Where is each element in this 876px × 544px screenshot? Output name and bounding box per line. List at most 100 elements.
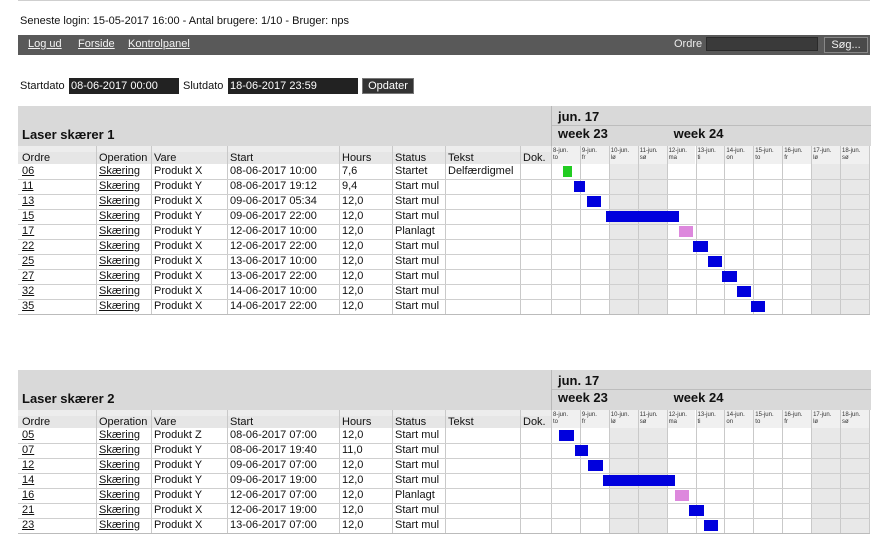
gantt-bar[interactable] bbox=[722, 271, 737, 282]
gantt-day-date: 18-jun. bbox=[842, 412, 861, 418]
cell-status: Start mul bbox=[395, 429, 440, 441]
gantt-day-header: 15-jun. to bbox=[753, 410, 783, 428]
operation-link[interactable]: Skæring bbox=[99, 444, 140, 456]
cell-status: Start mul bbox=[395, 210, 440, 222]
gantt-day-date: 9-jun. bbox=[581, 412, 597, 418]
cell-status: Planlagt bbox=[395, 489, 435, 501]
gantt-bar[interactable] bbox=[707, 256, 723, 267]
operation-link[interactable]: Skæring bbox=[99, 285, 140, 297]
panel-header: Laser skærer 1 bbox=[18, 106, 551, 146]
operation-link[interactable]: Skæring bbox=[99, 225, 140, 237]
cell-item: Produkt X bbox=[154, 255, 203, 267]
order-link[interactable]: 32 bbox=[22, 285, 34, 297]
gantt-day-weekday: fr bbox=[581, 419, 586, 425]
cell-status: Start mul bbox=[395, 195, 440, 207]
gantt-bar[interactable] bbox=[588, 460, 603, 471]
column-header: Ordre bbox=[22, 152, 51, 164]
order-link[interactable]: 15 bbox=[22, 210, 34, 222]
order-link[interactable]: 23 bbox=[22, 519, 34, 531]
order-link[interactable]: 25 bbox=[22, 255, 34, 267]
operation-link[interactable]: Skæring bbox=[99, 429, 140, 441]
order-link[interactable]: 35 bbox=[22, 300, 34, 312]
gantt-bar[interactable] bbox=[693, 241, 708, 252]
operation-link[interactable]: Skæring bbox=[99, 300, 140, 312]
gantt-week: week 24 bbox=[673, 126, 724, 141]
operation-link[interactable]: Skæring bbox=[99, 165, 140, 177]
operation-link[interactable]: Skæring bbox=[99, 210, 140, 222]
cell-start: 12-06-2017 19:00 bbox=[230, 504, 317, 516]
column-header: Dok. bbox=[523, 152, 546, 164]
order-link[interactable]: 16 bbox=[22, 489, 34, 501]
gantt-day-date: 9-jun. bbox=[581, 148, 597, 154]
gantt-day-header: 8-jun. to bbox=[551, 410, 580, 428]
column-header-row: Ordre Operation Vare Start Hours Status Tekst D… bbox=[18, 146, 551, 164]
gantt-day-date: 11-jun. bbox=[639, 148, 658, 154]
order-link[interactable]: 13 bbox=[22, 195, 34, 207]
operation-link[interactable]: Skæring bbox=[99, 255, 140, 267]
cell-item: Produkt X bbox=[154, 285, 203, 297]
table-row: 11 Skæring Produkt Y 08-06-2017 19:12 9,4 Sta… bbox=[18, 179, 551, 194]
top-divider bbox=[18, 0, 870, 1]
gantt-bar[interactable] bbox=[559, 430, 574, 441]
order-link[interactable]: 14 bbox=[22, 474, 34, 486]
gantt-bar[interactable] bbox=[750, 301, 766, 312]
table-row: 23 Skæring Produkt X 13-06-2017 07:00 12,0 St… bbox=[18, 518, 551, 533]
end-date-input[interactable]: 18-06-2017 23:59 bbox=[228, 78, 358, 94]
logout-link[interactable]: Log ud bbox=[28, 38, 62, 50]
gantt-day-divider bbox=[667, 410, 668, 534]
start-date-input[interactable]: 08-06-2017 00:00 bbox=[69, 78, 179, 94]
gantt-bar[interactable] bbox=[574, 445, 588, 456]
order-link[interactable]: 05 bbox=[22, 429, 34, 441]
operation-link[interactable]: Skæring bbox=[99, 504, 140, 516]
gantt-bar[interactable] bbox=[736, 286, 751, 297]
column-header: Vare bbox=[154, 152, 177, 164]
operation-link[interactable]: Skæring bbox=[99, 459, 140, 471]
order-link[interactable]: 12 bbox=[22, 459, 34, 471]
operation-link[interactable]: Skæring bbox=[99, 240, 140, 252]
order-link[interactable]: 11 bbox=[22, 180, 33, 192]
gantt-bar[interactable] bbox=[606, 211, 679, 222]
order-search-input[interactable] bbox=[706, 37, 818, 51]
gantt-day-divider bbox=[811, 146, 812, 315]
table-row: 16 Skæring Produkt Y 12-06-2017 07:00 12,0 Pl… bbox=[18, 488, 551, 503]
order-link[interactable]: 27 bbox=[22, 270, 34, 282]
gantt-bar[interactable] bbox=[602, 475, 675, 486]
gantt-bar[interactable] bbox=[563, 166, 573, 177]
operation-link[interactable]: Skæring bbox=[99, 474, 140, 486]
cell-status: Start mul bbox=[395, 474, 440, 486]
order-link[interactable]: 06 bbox=[22, 165, 34, 177]
gantt-day-divider bbox=[811, 410, 812, 534]
cell-item: Produkt Y bbox=[154, 459, 203, 471]
gantt-day-date: 12-jun. bbox=[668, 412, 687, 418]
gantt-bar[interactable] bbox=[574, 181, 586, 192]
gantt-day-header: 14-jun. on bbox=[724, 146, 754, 164]
cell-hours: 11,0 bbox=[342, 444, 363, 456]
gantt-bar[interactable] bbox=[674, 490, 690, 501]
operation-link[interactable]: Skæring bbox=[99, 270, 140, 282]
order-link[interactable]: 22 bbox=[22, 240, 34, 252]
order-link[interactable]: 21 bbox=[22, 504, 34, 516]
cell-status: Start mul bbox=[395, 519, 440, 531]
update-button[interactable]: Opdater bbox=[362, 78, 414, 94]
order-label: Ordre bbox=[674, 38, 703, 50]
operation-link[interactable]: Skæring bbox=[99, 519, 140, 531]
panel-bottom-border bbox=[18, 533, 870, 534]
order-link[interactable]: 17 bbox=[22, 225, 34, 237]
gantt-day-date: 12-jun. bbox=[668, 148, 687, 154]
search-button[interactable]: Søg... bbox=[824, 37, 868, 53]
column-header: Start bbox=[230, 152, 254, 164]
gantt-bar[interactable] bbox=[586, 196, 601, 207]
gantt-bar[interactable] bbox=[703, 520, 719, 531]
order-link[interactable]: 07 bbox=[22, 444, 34, 456]
cell-hours: 12,0 bbox=[342, 195, 364, 207]
operation-link[interactable]: Skæring bbox=[99, 195, 140, 207]
operation-link[interactable]: Skæring bbox=[99, 180, 140, 192]
operation-link[interactable]: Skæring bbox=[99, 489, 140, 501]
cell-status: Start mul bbox=[395, 504, 440, 516]
home-link[interactable]: Forside bbox=[78, 38, 115, 50]
gantt-bar[interactable] bbox=[689, 505, 704, 516]
nav-bar: Log ud Forside Kontrolpanel Ordre Søg... bbox=[18, 35, 870, 55]
gantt-day-header: 17-jun. lø bbox=[811, 410, 840, 428]
control-panel-link[interactable]: Kontrolpanel bbox=[128, 38, 190, 50]
gantt-bar[interactable] bbox=[678, 226, 694, 237]
